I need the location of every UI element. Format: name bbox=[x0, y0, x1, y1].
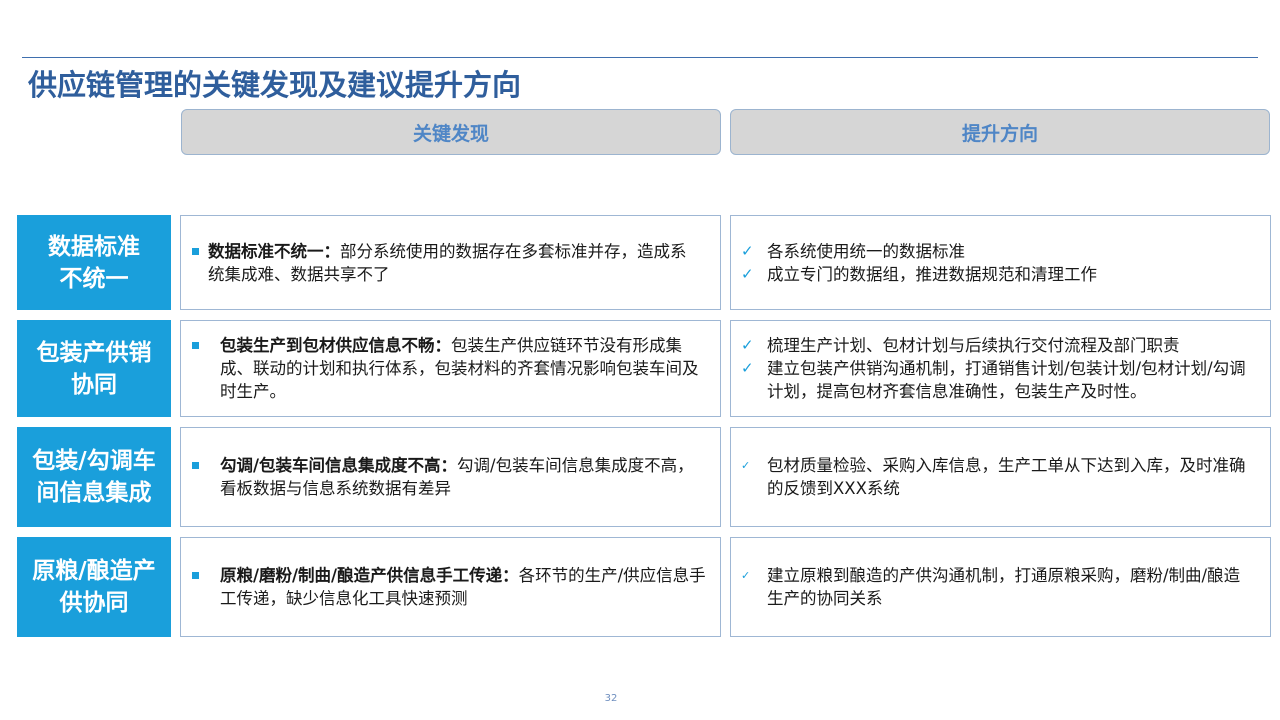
direction-text: 包材质量检验、采购入库信息，生产工单从下达到入库，及时准确的反馈到XXX系统 bbox=[767, 456, 1246, 498]
finding-bold: 原粮/磨粉/制曲/酿造产供信息手工传递： bbox=[220, 566, 519, 585]
row-label-grain-brewing: 原粮/酿造产供协同 bbox=[17, 537, 171, 637]
direction-list: ✓ 建立原粮到酿造的产供沟通机制，打通原粮采购，磨粉/制曲/酿造生产的协同关系 bbox=[731, 564, 1270, 610]
direction-item: ✓ 建立包装产供销沟通机制，打通销售计划/包装计划/包材计划/勾调计划，提高包材… bbox=[731, 357, 1270, 403]
row-label-text: 数据标准不统一 bbox=[48, 233, 140, 292]
row-label-text: 原粮/酿造产供协同 bbox=[32, 558, 156, 616]
square-bullet-icon bbox=[192, 247, 199, 255]
page-number: 32 bbox=[604, 693, 618, 704]
row-label-text: 包装产供销协同 bbox=[36, 339, 152, 398]
direction-list: ✓ 梳理生产计划、包材计划与后续执行交付流程及部门职责 ✓ 建立包装产供销沟通机… bbox=[731, 334, 1270, 403]
check-icon: ✓ bbox=[741, 264, 754, 283]
direction-text: 成立专门的数据组，推进数据规范和清理工作 bbox=[767, 264, 1097, 284]
direction-text: 建立包装产供销沟通机制，打通销售计划/包装计划/包材计划/勾调计划，提高包材齐套… bbox=[767, 359, 1246, 401]
direction-list: ✓ 包材质量检验、采购入库信息，生产工单从下达到入库，及时准确的反馈到XXX系统 bbox=[731, 454, 1270, 500]
finding-bold: 数据标准不统一： bbox=[208, 241, 340, 261]
finding-cell: 勾调/包装车间信息集成度不高：勾调/包装车间信息集成度不高，看板数据与信息系统数… bbox=[180, 427, 721, 527]
title-divider bbox=[22, 57, 1258, 58]
direction-text: 各系统使用统一的数据标准 bbox=[767, 241, 965, 261]
finding-bold: 勾调/包装车间信息集成度不高： bbox=[220, 456, 458, 475]
direction-text: 建立原粮到酿造的产供沟通机制，打通原粮采购，磨粉/制曲/酿造生产的协同关系 bbox=[767, 566, 1241, 608]
check-icon: ✓ bbox=[741, 336, 754, 354]
direction-item: ✓ 建立原粮到酿造的产供沟通机制，打通原粮采购，磨粉/制曲/酿造生产的协同关系 bbox=[731, 564, 1270, 610]
direction-item: ✓ 梳理生产计划、包材计划与后续执行交付流程及部门职责 bbox=[731, 334, 1270, 357]
direction-item: ✓ 各系统使用统一的数据标准 bbox=[731, 240, 1270, 263]
direction-list: ✓ 各系统使用统一的数据标准 ✓ 成立专门的数据组，推进数据规范和清理工作 bbox=[731, 240, 1270, 286]
finding-bold: 包装生产到包材供应信息不畅： bbox=[220, 336, 451, 355]
page-title: 供应链管理的关键发现及建议提升方向 bbox=[28, 68, 522, 102]
direction-cell: ✓ 包材质量检验、采购入库信息，生产工单从下达到入库，及时准确的反馈到XXX系统 bbox=[730, 427, 1271, 527]
column-header-direction: 提升方向 bbox=[730, 109, 1270, 155]
finding-item: 原粮/磨粉/制曲/酿造产供信息手工传递：各环节的生产/供应信息手工传递，缺少信息… bbox=[181, 564, 720, 610]
square-bullet-icon bbox=[192, 342, 199, 349]
direction-item: ✓ 包材质量检验、采购入库信息，生产工单从下达到入库，及时准确的反馈到XXX系统 bbox=[731, 454, 1270, 500]
direction-text: 梳理生产计划、包材计划与后续执行交付流程及部门职责 bbox=[767, 336, 1180, 355]
direction-item: ✓ 成立专门的数据组，推进数据规范和清理工作 bbox=[731, 263, 1270, 286]
finding-cell: 包装生产到包材供应信息不畅：包装生产供应链环节没有形成集成、联动的计划和执行体系… bbox=[180, 320, 721, 417]
finding-cell: 数据标准不统一：部分系统使用的数据存在多套标准并存，造成系统集成难、数据共享不了 bbox=[180, 215, 721, 310]
row-label-packaging-coordination: 包装产供销协同 bbox=[17, 320, 171, 417]
row-label-text: 包装/勾调车间信息集成 bbox=[32, 448, 156, 506]
row-label-data-standard: 数据标准不统一 bbox=[17, 215, 171, 310]
column-header-findings: 关键发现 bbox=[181, 109, 721, 155]
finding-text: 数据标准不统一：部分系统使用的数据存在多套标准并存，造成系统集成难、数据共享不了 bbox=[199, 240, 698, 286]
finding-item: 包装生产到包材供应信息不畅：包装生产供应链环节没有形成集成、联动的计划和执行体系… bbox=[181, 334, 720, 403]
check-icon: ✓ bbox=[741, 459, 751, 472]
finding-text: 包装生产到包材供应信息不畅：包装生产供应链环节没有形成集成、联动的计划和执行体系… bbox=[199, 334, 706, 403]
direction-cell: ✓ 各系统使用统一的数据标准 ✓ 成立专门的数据组，推进数据规范和清理工作 bbox=[730, 215, 1271, 310]
finding-item: 勾调/包装车间信息集成度不高：勾调/包装车间信息集成度不高，看板数据与信息系统数… bbox=[181, 454, 720, 500]
square-bullet-icon bbox=[192, 462, 199, 469]
finding-cell: 原粮/磨粉/制曲/酿造产供信息手工传递：各环节的生产/供应信息手工传递，缺少信息… bbox=[180, 537, 721, 637]
direction-cell: ✓ 梳理生产计划、包材计划与后续执行交付流程及部门职责 ✓ 建立包装产供销沟通机… bbox=[730, 320, 1271, 417]
square-bullet-icon bbox=[192, 572, 199, 579]
check-icon: ✓ bbox=[741, 241, 754, 260]
finding-text: 原粮/磨粉/制曲/酿造产供信息手工传递：各环节的生产/供应信息手工传递，缺少信息… bbox=[199, 564, 706, 610]
row-label-workshop-integration: 包装/勾调车间信息集成 bbox=[17, 427, 171, 527]
finding-item: 数据标准不统一：部分系统使用的数据存在多套标准并存，造成系统集成难、数据共享不了 bbox=[181, 240, 720, 286]
direction-cell: ✓ 建立原粮到酿造的产供沟通机制，打通原粮采购，磨粉/制曲/酿造生产的协同关系 bbox=[730, 537, 1271, 637]
finding-text: 勾调/包装车间信息集成度不高：勾调/包装车间信息集成度不高，看板数据与信息系统数… bbox=[199, 454, 706, 500]
check-icon: ✓ bbox=[741, 569, 751, 582]
check-icon: ✓ bbox=[741, 359, 754, 377]
